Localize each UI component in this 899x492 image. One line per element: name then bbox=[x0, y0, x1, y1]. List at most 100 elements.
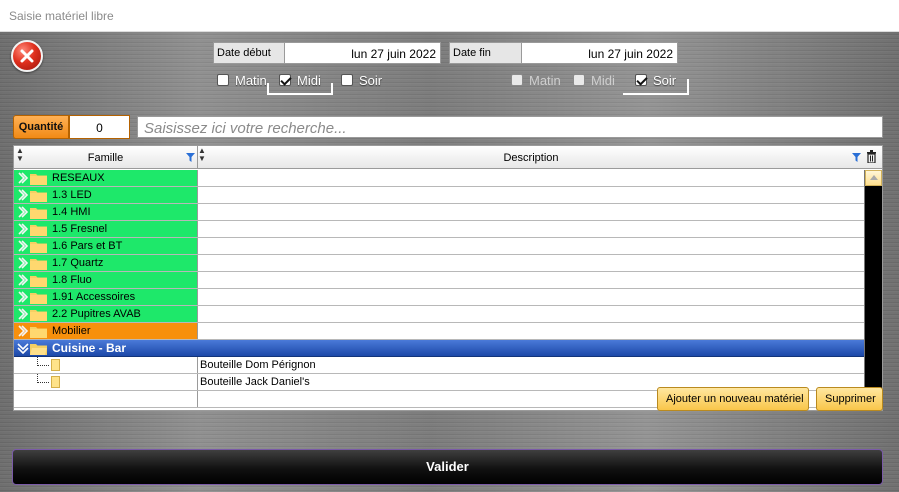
group-row[interactable]: 1.3 LED bbox=[14, 187, 864, 204]
family-cell bbox=[14, 357, 198, 373]
checkbox-label: Matin bbox=[529, 73, 561, 88]
start-slot-indicator bbox=[267, 83, 333, 95]
family-name: 2.2 Pupitres AVAB bbox=[52, 308, 141, 320]
trash-icon[interactable] bbox=[866, 150, 877, 163]
family-cell[interactable]: 1.8 Fluo bbox=[14, 272, 198, 288]
filter-icon[interactable] bbox=[186, 153, 195, 162]
chevron-right-icon[interactable] bbox=[17, 257, 29, 269]
family-name: 1.7 Quartz bbox=[52, 257, 104, 269]
family-cell bbox=[14, 374, 198, 390]
folder-icon bbox=[30, 259, 47, 270]
column-header-famille[interactable]: ▲ ▼ Famille bbox=[14, 146, 198, 169]
family-name: 1.3 LED bbox=[52, 189, 92, 201]
end-slot-indicator bbox=[623, 79, 689, 95]
start-date-label: Date début bbox=[213, 42, 285, 64]
quantity-input[interactable]: 0 bbox=[69, 115, 130, 139]
folder-icon bbox=[30, 293, 47, 304]
sort-icon[interactable]: ▲ ▼ bbox=[16, 147, 24, 163]
main-panel: Date début lun 27 juin 2022 Date fin lun… bbox=[0, 32, 899, 492]
folder-icon bbox=[30, 242, 47, 253]
description-cell: Bouteille Dom Pérignon bbox=[200, 359, 316, 371]
family-name: 1.8 Fluo bbox=[52, 274, 92, 286]
family-cell[interactable]: 2.2 Pupitres AVAB bbox=[14, 306, 198, 322]
materials-grid: ▲ ▼ Famille ▲ ▼ Description RESEAUX 1.3 LED… bbox=[13, 145, 883, 411]
group-row[interactable]: Mobilier bbox=[14, 323, 864, 340]
family-cell[interactable]: 1.91 Accessoires bbox=[14, 289, 198, 305]
validate-button[interactable]: Valider bbox=[12, 449, 883, 485]
document-icon bbox=[51, 376, 60, 388]
checkbox-box[interactable] bbox=[511, 74, 523, 86]
chevron-right-icon[interactable] bbox=[17, 240, 29, 252]
chevron-right-icon[interactable] bbox=[17, 291, 29, 303]
group-row[interactable]: 1.91 Accessoires bbox=[14, 289, 864, 306]
checkbox-box[interactable] bbox=[341, 74, 353, 86]
folder-icon bbox=[30, 191, 47, 202]
quantity-label: Quantité bbox=[13, 115, 69, 139]
family-cell bbox=[14, 391, 198, 407]
chevron-down-icon[interactable] bbox=[17, 342, 29, 354]
group-row[interactable]: 2.2 Pupitres AVAB bbox=[14, 306, 864, 323]
group-row[interactable]: 1.7 Quartz bbox=[14, 255, 864, 272]
column-header-description[interactable]: ▲ ▼ Description bbox=[198, 146, 864, 169]
grid-rows: RESEAUX 1.3 LED 1.4 HMI 1.5 Fresnel 1.6 Pars… bbox=[14, 170, 864, 408]
checkbox-box[interactable] bbox=[217, 74, 229, 86]
document-icon bbox=[51, 359, 60, 371]
sort-icon[interactable]: ▲ ▼ bbox=[198, 147, 206, 163]
chevron-right-icon[interactable] bbox=[17, 206, 29, 218]
item-row[interactable]: Bouteille Dom Pérignon bbox=[14, 357, 864, 374]
chevron-right-icon[interactable] bbox=[17, 274, 29, 286]
window-title: Saisie matériel libre bbox=[9, 9, 114, 23]
folder-open-icon bbox=[30, 344, 47, 355]
search-input[interactable]: Saisissez ici votre recherche... bbox=[137, 116, 883, 138]
checkbox-label: Midi bbox=[591, 73, 615, 88]
tree-line bbox=[37, 382, 49, 383]
family-cell[interactable]: 1.7 Quartz bbox=[14, 255, 198, 271]
checkbox-label: Soir bbox=[359, 73, 383, 88]
family-name: 1.6 Pars et BT bbox=[52, 240, 123, 252]
group-row[interactable]: 1.4 HMI bbox=[14, 204, 864, 221]
close-button[interactable] bbox=[11, 40, 43, 72]
add-material-button[interactable]: Ajouter un nouveau matériel bbox=[657, 387, 809, 411]
start-date-field[interactable]: lun 27 juin 2022 bbox=[284, 42, 441, 64]
family-name: 1.91 Accessoires bbox=[52, 291, 136, 303]
family-cell[interactable]: 1.3 LED bbox=[14, 187, 198, 203]
family-cell[interactable]: Mobilier bbox=[14, 323, 198, 339]
folder-icon bbox=[30, 174, 47, 185]
family-cell[interactable]: 1.6 Pars et BT bbox=[14, 238, 198, 254]
delete-button[interactable]: Supprimer bbox=[816, 387, 883, 411]
chevron-right-icon[interactable] bbox=[17, 308, 29, 320]
folder-icon bbox=[30, 310, 47, 321]
description-cell: Bouteille Jack Daniel's bbox=[200, 376, 310, 388]
family-cell[interactable]: 1.4 HMI bbox=[14, 204, 198, 220]
tree-line bbox=[37, 365, 49, 366]
chevron-right-icon[interactable] bbox=[17, 189, 29, 201]
folder-icon bbox=[30, 327, 47, 338]
chevron-right-icon[interactable] bbox=[17, 172, 29, 184]
family-name: 1.4 HMI bbox=[52, 206, 91, 218]
checkbox-label: Matin bbox=[235, 73, 267, 88]
group-row[interactable]: 1.5 Fresnel bbox=[14, 221, 864, 238]
group-row[interactable]: 1.8 Fluo bbox=[14, 272, 864, 289]
family-cell[interactable]: Cuisine - Bar bbox=[14, 340, 864, 356]
group-row-selected[interactable]: Cuisine - Bar bbox=[14, 340, 864, 357]
end-date-label: Date fin bbox=[449, 42, 522, 64]
filter-icon[interactable] bbox=[852, 153, 861, 162]
chevron-right-icon[interactable] bbox=[17, 223, 29, 235]
grid-scrollbar[interactable] bbox=[864, 170, 882, 410]
chevron-right-icon[interactable] bbox=[17, 325, 29, 337]
group-row[interactable]: 1.6 Pars et BT bbox=[14, 238, 864, 255]
checkbox-box[interactable] bbox=[573, 74, 585, 86]
scroll-up-button[interactable] bbox=[865, 170, 882, 186]
family-name: Mobilier bbox=[52, 325, 91, 337]
family-cell[interactable]: RESEAUX bbox=[14, 170, 198, 186]
column-title: Famille bbox=[87, 152, 124, 164]
close-icon bbox=[20, 49, 34, 63]
folder-icon bbox=[30, 276, 47, 287]
grid-header: ▲ ▼ Famille ▲ ▼ Description bbox=[14, 146, 882, 169]
family-name: RESEAUX bbox=[52, 172, 105, 184]
title-bar: Saisie matériel libre bbox=[0, 0, 899, 32]
family-name: 1.5 Fresnel bbox=[52, 223, 108, 235]
group-row[interactable]: RESEAUX bbox=[14, 170, 864, 187]
family-cell[interactable]: 1.5 Fresnel bbox=[14, 221, 198, 237]
end-date-field[interactable]: lun 27 juin 2022 bbox=[521, 42, 678, 64]
